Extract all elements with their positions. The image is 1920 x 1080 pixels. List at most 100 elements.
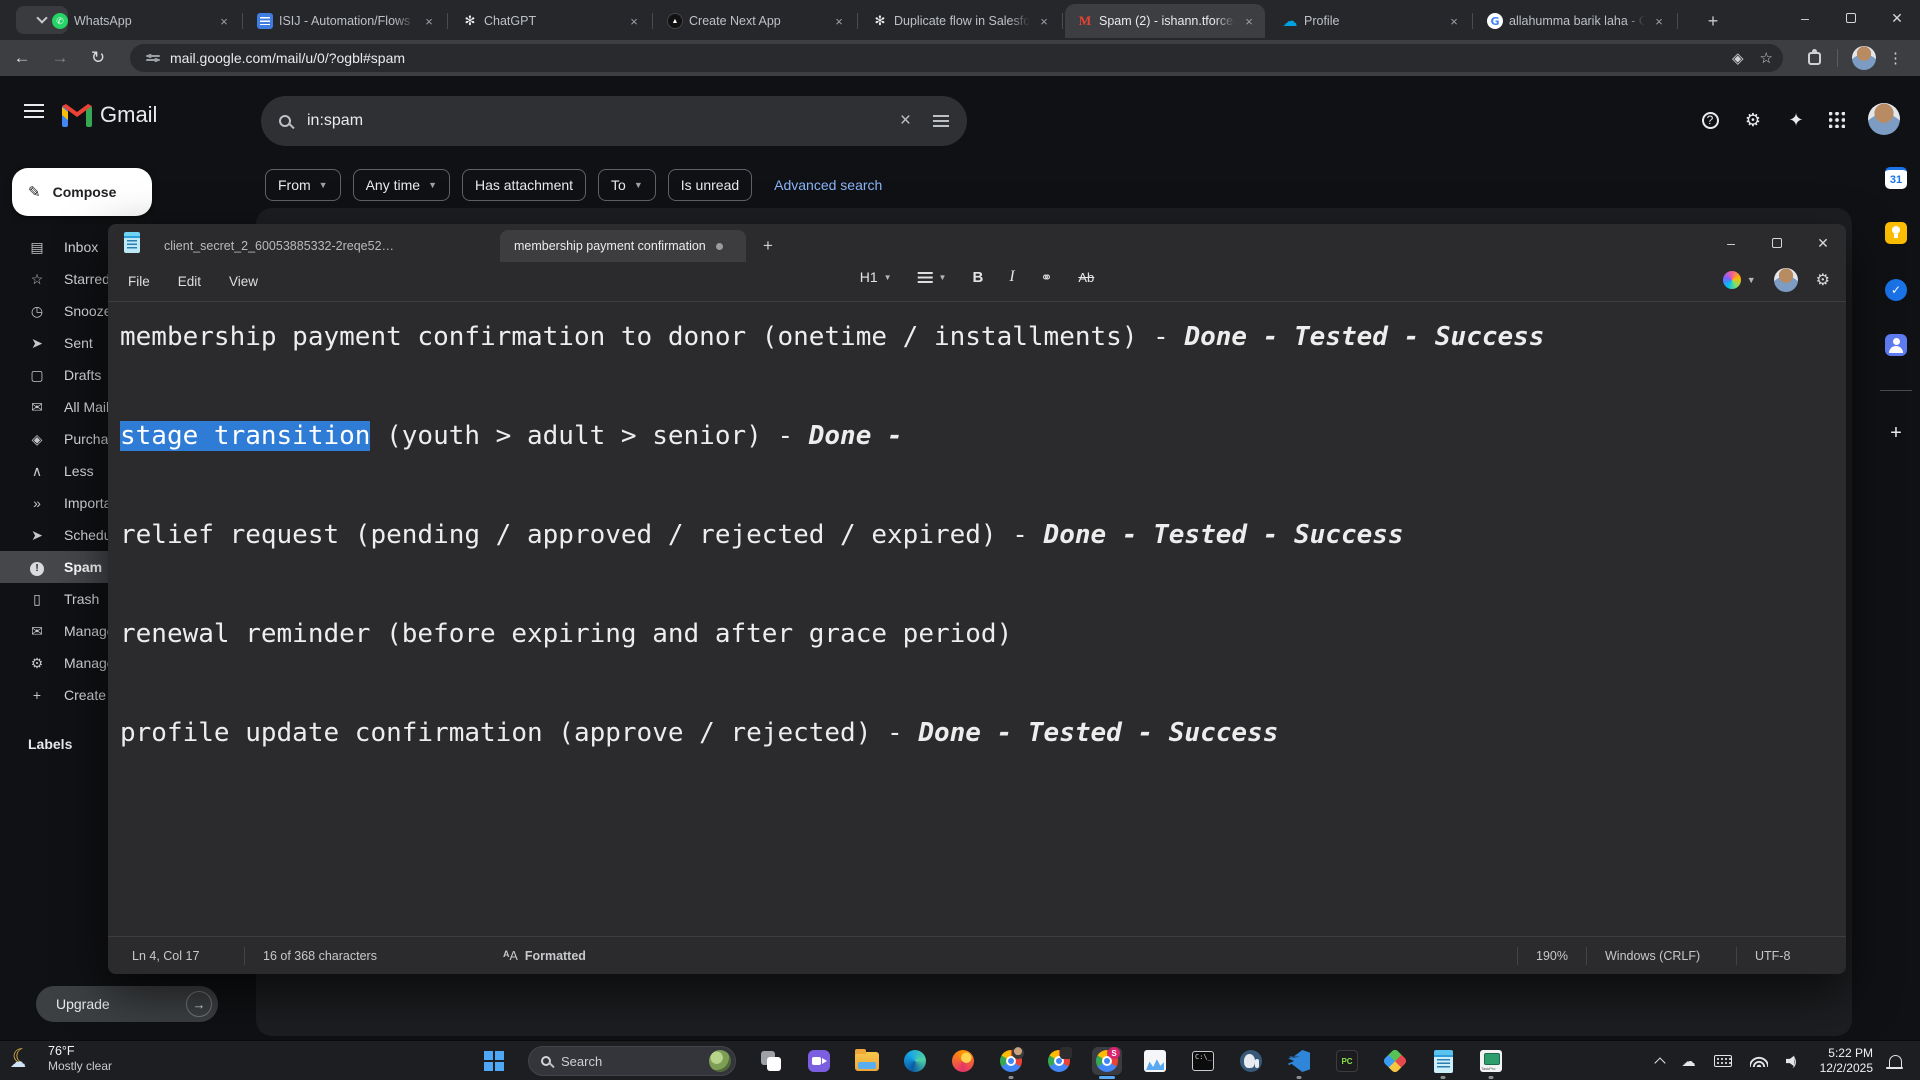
clear-formatting-button[interactable]: Ab <box>1078 270 1094 285</box>
bold-button[interactable]: B <box>972 269 983 286</box>
contacts-button[interactable] <box>1884 333 1908 357</box>
notepad-close-button[interactable]: ✕ <box>1800 224 1846 262</box>
notepad-taskbar-button[interactable] <box>1428 1047 1458 1079</box>
db-tool-button[interactable] <box>1380 1047 1410 1075</box>
volume-icon[interactable]: ) <box>1785 1054 1797 1068</box>
notepad-maximize-button[interactable] <box>1754 224 1800 262</box>
search-icon[interactable] <box>279 115 291 127</box>
menu-file[interactable]: File <box>114 268 164 295</box>
get-addons-button[interactable]: + <box>1884 421 1908 445</box>
document-line[interactable]: membership payment confirmation to donor… <box>120 313 1846 363</box>
edge-button[interactable] <box>900 1047 930 1075</box>
start-button[interactable] <box>484 1051 504 1071</box>
tray-expand-button[interactable] <box>1653 1056 1666 1069</box>
keep-button[interactable] <box>1884 221 1908 245</box>
document-line[interactable] <box>120 561 1846 611</box>
document-line[interactable]: profile update confirmation (approve / r… <box>120 709 1846 759</box>
minimize-button[interactable]: – <box>1782 0 1828 36</box>
notepad-new-tab-button[interactable]: + <box>756 234 780 258</box>
reading-mode-icon[interactable]: ◈ <box>1732 49 1744 67</box>
taskbar-search-box[interactable]: Search <box>528 1046 736 1076</box>
notepad-tab-client-secret[interactable]: client_secret_2_60053885332-2reqe52rribc <box>150 230 410 262</box>
notepad-titlebar[interactable]: client_secret_2_60053885332-2reqe52rribc… <box>108 224 1846 262</box>
url-text[interactable]: mail.google.com/mail/u/0/?ogbl#spam <box>170 50 1716 66</box>
browser-tab-duplicate-flow[interactable]: ✻ Duplicate flow in Salesforc × <box>860 4 1063 38</box>
browser-tab-next-app[interactable]: ▲ Create Next App × <box>655 4 858 38</box>
task-view-button[interactable] <box>756 1047 786 1075</box>
tab-close-icon[interactable]: × <box>216 13 232 29</box>
compose-button[interactable]: ✎ Compose <box>12 168 152 216</box>
copilot-button[interactable]: ▼ <box>1722 271 1756 289</box>
chrome-profile1-button[interactable] <box>996 1047 1026 1079</box>
document-line[interactable]: relief request (pending / approved / rej… <box>120 511 1846 561</box>
tab-close-icon[interactable]: × <box>1036 13 1052 29</box>
notepad-minimize-button[interactable]: – <box>1708 224 1754 262</box>
forward-button[interactable]: → <box>44 42 76 74</box>
wifi-icon[interactable] <box>1749 1055 1768 1067</box>
search-query-text[interactable]: in:spam <box>307 112 900 130</box>
photos-button[interactable] <box>1140 1047 1170 1075</box>
onedrive-icon[interactable]: ☁ <box>1682 1053 1696 1070</box>
file-explorer-button[interactable] <box>852 1047 882 1075</box>
filter-chip-from[interactable]: From ▼ <box>265 169 341 201</box>
touch-keyboard-icon[interactable] <box>1713 1055 1732 1067</box>
search-options-icon[interactable] <box>933 115 949 127</box>
back-button[interactable]: ← <box>6 42 38 74</box>
notepad-tab-membership-active[interactable]: membership payment confirmation <box>500 230 746 262</box>
tab-close-icon[interactable]: × <box>421 13 437 29</box>
terminal-button[interactable]: C:\_ <box>1188 1047 1218 1075</box>
help-button[interactable]: ? <box>1697 107 1723 133</box>
google-apps-grid-icon[interactable] <box>1824 107 1850 133</box>
bookmark-star-icon[interactable]: ☆ <box>1760 49 1773 67</box>
new-tab-button[interactable]: + <box>1700 8 1726 34</box>
settings-button[interactable]: ⚙ <box>1740 107 1766 133</box>
calendar-button[interactable]: 31 <box>1884 166 1908 190</box>
list-style-dropdown[interactable]: ▼ <box>917 271 946 283</box>
document-line[interactable]: stage transition (youth > adult > senior… <box>120 412 1846 462</box>
weather-widget[interactable]: ☾ ☁ 76°F Mostly clear <box>10 1044 112 1074</box>
zoom-level[interactable]: 190% <box>1517 946 1586 965</box>
browser-tab-profile[interactable]: ☁ Profile × <box>1270 4 1473 38</box>
gmail-search-bar[interactable]: in:spam × <box>261 96 967 146</box>
tab-close-icon[interactable]: × <box>626 13 642 29</box>
vscode-button[interactable] <box>1284 1047 1314 1079</box>
advanced-search-link[interactable]: Advanced search <box>774 177 882 193</box>
site-settings-icon[interactable] <box>146 53 160 63</box>
tab-close-icon[interactable]: × <box>831 13 847 29</box>
main-menu-icon[interactable] <box>24 110 44 112</box>
browser-profile-avatar[interactable] <box>1852 46 1876 70</box>
link-button[interactable]: ⚭ <box>1041 269 1053 286</box>
tab-close-icon[interactable]: × <box>1651 13 1667 29</box>
filter-chip-has-attachment[interactable]: Has attachment <box>461 169 587 201</box>
taskbar-clock[interactable]: 5:22 PM 12/2/2025 <box>1820 1046 1873 1076</box>
browser-tab-isij[interactable]: ISIJ - Automation/Flows S × <box>245 4 448 38</box>
browser-tab-whatsapp[interactable]: ✆ WhatsApp × <box>40 4 243 38</box>
chrome-profile2-button[interactable] <box>1044 1047 1074 1075</box>
extensions-icon[interactable] <box>1808 48 1821 65</box>
menu-view[interactable]: View <box>215 268 272 295</box>
close-button[interactable]: ✕ <box>1874 0 1920 36</box>
tasks-button[interactable]: ✓ <box>1884 278 1908 302</box>
gemini-sparkle-icon[interactable]: ✦ <box>1783 107 1809 133</box>
notepad-document[interactable]: membership payment confirmation to donor… <box>108 303 1846 936</box>
document-line[interactable] <box>120 660 1846 710</box>
chat-app-button[interactable] <box>804 1047 834 1075</box>
postgresql-button[interactable] <box>1236 1047 1266 1075</box>
address-bar[interactable]: mail.google.com/mail/u/0/?ogbl#spam ◈ ☆ <box>130 44 1783 72</box>
tab-close-icon[interactable]: × <box>1241 13 1257 29</box>
browser-tab-spam-active[interactable]: M Spam (2) - ishann.tforce@ × <box>1065 4 1265 38</box>
heading-style-dropdown[interactable]: H1 ▼ <box>860 269 892 285</box>
document-line[interactable]: renewal reminder (before expiring and af… <box>120 610 1846 660</box>
notepad-settings-icon[interactable]: ⚙ <box>1816 270 1830 290</box>
filter-chip-any-time[interactable]: Any time ▼ <box>352 169 450 201</box>
browser-menu-icon[interactable]: ⋮ <box>1888 49 1904 67</box>
reload-button[interactable]: ↻ <box>82 42 114 74</box>
browser-tab-google-search[interactable]: G allahumma barik laha - Go × <box>1475 4 1678 38</box>
document-line[interactable] <box>120 462 1846 512</box>
menu-edit[interactable]: Edit <box>164 268 215 295</box>
notepad-account-avatar[interactable] <box>1773 268 1798 292</box>
document-line[interactable] <box>120 363 1846 413</box>
browser-tab-chatgpt[interactable]: ✻ ChatGPT × <box>450 4 653 38</box>
filter-chip-to[interactable]: To ▼ <box>598 169 656 201</box>
filter-chip-is-unread[interactable]: Is unread <box>667 169 753 201</box>
